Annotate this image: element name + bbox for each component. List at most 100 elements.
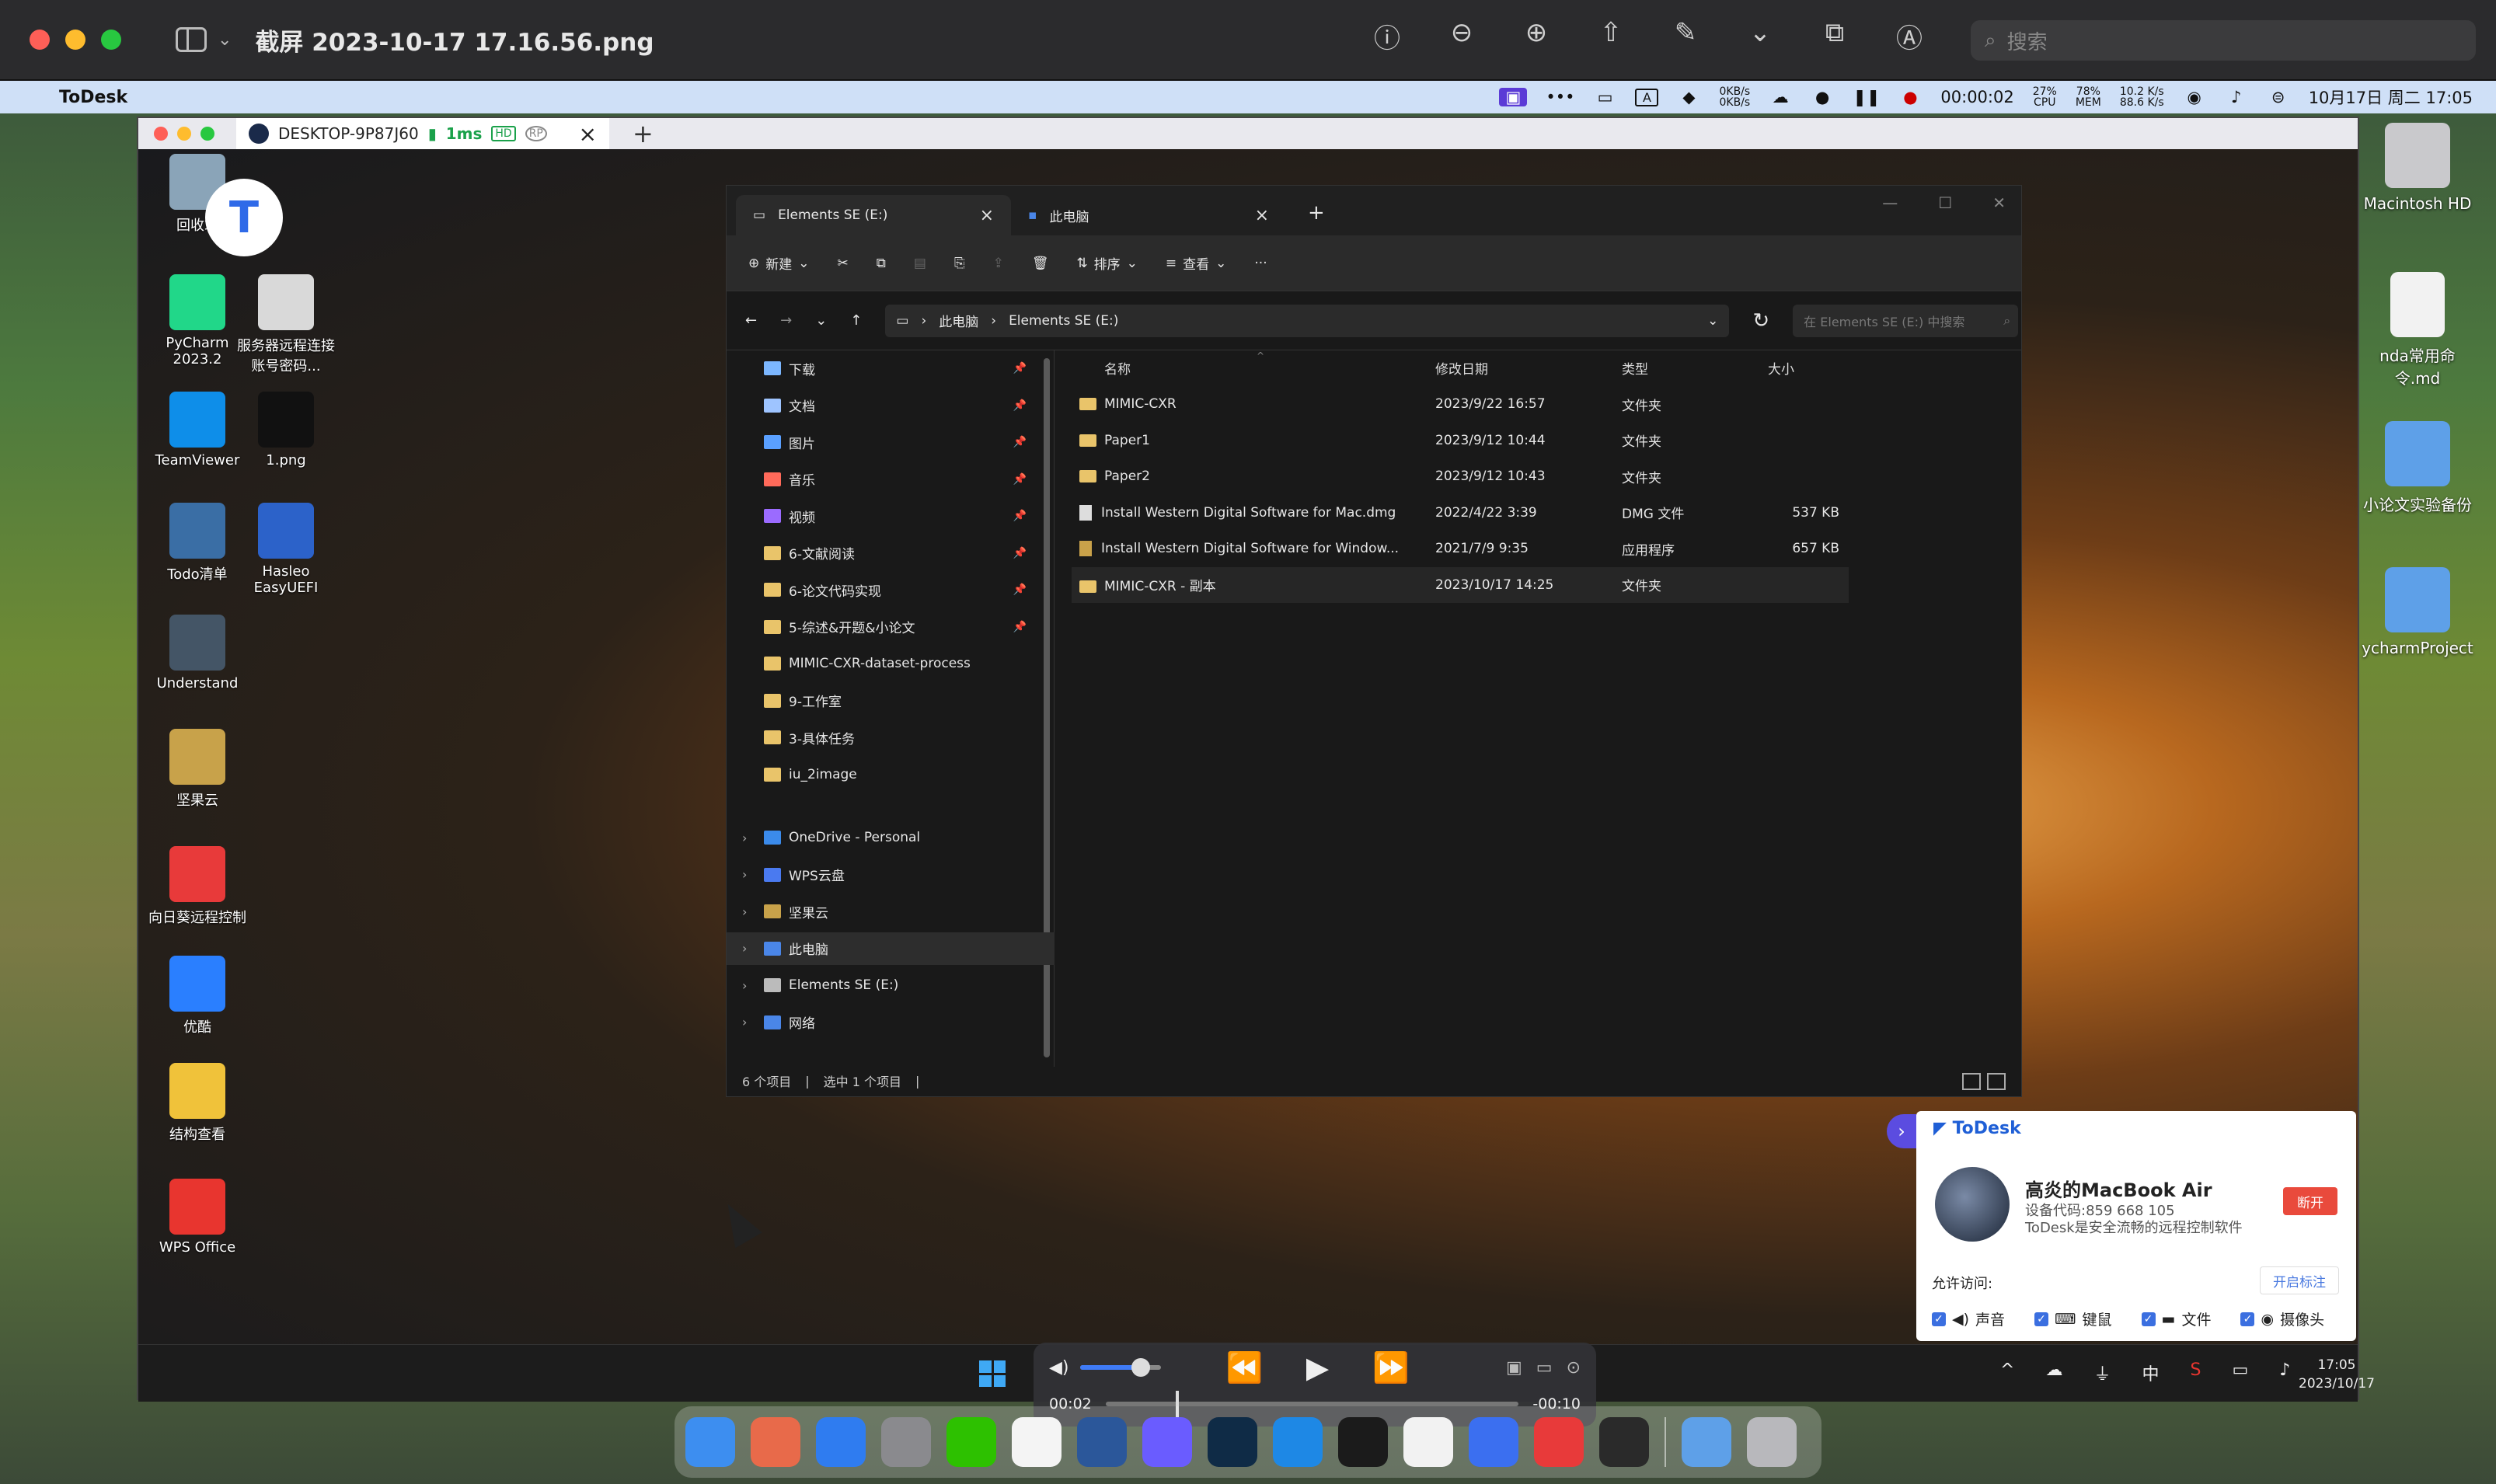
screen-share-icon[interactable]: ▣ xyxy=(1499,88,1528,106)
stop-record-icon[interactable]: ● xyxy=(1898,88,1922,106)
wps-tray-icon[interactable]: S xyxy=(2190,1360,2201,1385)
nav-tree-item[interactable]: › Elements SE (E:) xyxy=(727,969,1055,1002)
nav-quick-access-item[interactable]: 视频 📌 xyxy=(727,500,1055,532)
search-field[interactable]: ⌕ 搜索 xyxy=(1971,20,2476,61)
table-row[interactable]: MIMIC-CXR - 副本 2023/10/17 14:25 文件夹 xyxy=(1072,566,1849,603)
more-options-button[interactable]: ··· xyxy=(1254,256,1267,271)
permission-input[interactable]: ✓ ⌨ 键鼠 xyxy=(2034,1308,2112,1329)
windows-start-icon[interactable] xyxy=(979,1360,1006,1387)
launchpad-icon[interactable] xyxy=(751,1417,800,1467)
windows-desktop-icon[interactable]: 服务器远程连接账号密码... xyxy=(235,273,337,375)
minimize-remote-button[interactable] xyxy=(177,127,191,141)
annotate-icon[interactable]: Ⓐ xyxy=(1890,17,1929,55)
trash-icon[interactable] xyxy=(1747,1417,1797,1467)
mac-desktop-icon[interactable]: ycharmProject xyxy=(2359,567,2476,657)
table-row[interactable]: Paper2 2023/9/12 10:43 文件夹 xyxy=(1072,458,1849,494)
nav-quick-access-item[interactable]: 下载 📌 xyxy=(727,352,1055,385)
windows-desktop-icon[interactable]: 1.png xyxy=(235,392,337,469)
disconnect-button[interactable]: 断开 xyxy=(2283,1187,2337,1215)
collapse-panel-icon[interactable]: › xyxy=(1887,1114,1916,1148)
windows-desktop-icon[interactable]: 坚果云 xyxy=(146,728,249,810)
tiles-view-icon[interactable] xyxy=(1987,1073,2006,1090)
taskbar-clock[interactable]: 17:05 2023/10/17 xyxy=(2299,1356,2375,1393)
table-row[interactable]: Paper1 2023/9/12 10:44 文件夹 xyxy=(1072,423,1849,458)
mac-desktop-icon[interactable]: Macintosh HD xyxy=(2359,123,2476,213)
windows-desktop-icon[interactable]: Todo清单 xyxy=(146,502,249,583)
rewind-icon[interactable]: ⏪ xyxy=(1226,1350,1263,1385)
nav-quick-access-item[interactable]: iu_2image xyxy=(727,758,1055,791)
info-icon[interactable]: ⓘ xyxy=(1368,17,1407,55)
breadcrumb-item[interactable]: Elements SE (E:) xyxy=(1009,313,1118,329)
usb-icon[interactable]: ⏚ xyxy=(2093,1360,2111,1385)
nav-quick-access-item[interactable]: 6-文献阅读 📌 xyxy=(727,537,1055,570)
app-menu-name[interactable]: ToDesk xyxy=(59,88,127,107)
minimize-window-button[interactable] xyxy=(65,30,85,50)
screen-recorder-icon[interactable] xyxy=(1599,1417,1649,1467)
nav-quick-access-item[interactable]: 音乐 📌 xyxy=(727,463,1055,496)
rotate-icon[interactable]: ⧉ xyxy=(1815,17,1854,55)
expand-chevron-icon[interactable]: › xyxy=(742,904,747,919)
volume-knob[interactable] xyxy=(1131,1358,1150,1377)
fast-forward-icon[interactable]: ⏩ xyxy=(1372,1350,1409,1385)
edge-icon[interactable] xyxy=(1273,1417,1323,1467)
permission-files[interactable]: ✓ ▬ 文件 xyxy=(2141,1308,2211,1329)
windows-desktop-icon[interactable]: Understand xyxy=(146,615,249,691)
chevron-up-icon[interactable]: ^ xyxy=(2000,1360,2014,1385)
windows-desktop-icon[interactable]: 结构查看 xyxy=(146,1062,249,1144)
onedrive-icon[interactable]: ☁ xyxy=(2045,1360,2062,1385)
column-header-name[interactable]: 名称 xyxy=(1104,358,1131,378)
deepl-icon[interactable] xyxy=(1208,1417,1257,1467)
nav-quick-access-item[interactable]: 6-论文代码实现 📌 xyxy=(727,573,1055,606)
close-window-button[interactable] xyxy=(30,30,50,50)
ime-indicator[interactable]: 中 xyxy=(2142,1360,2159,1385)
volume-slider[interactable] xyxy=(1079,1358,1161,1377)
recent-icon[interactable]: ⌄ xyxy=(815,312,827,329)
pen-icon[interactable]: ● xyxy=(1811,88,1834,106)
windows-desktop-icon[interactable]: Hasleo EasyUEFI xyxy=(235,502,337,596)
column-header-type[interactable]: 类型 xyxy=(1622,358,1648,378)
mac-desktop-icon[interactable]: 小论文实验备份 xyxy=(2359,421,2476,515)
nav-quick-access-item[interactable]: 5-综述&开题&小论文 📌 xyxy=(727,611,1055,643)
volume-icon[interactable]: ◀) xyxy=(1049,1358,1069,1378)
share-icon[interactable]: ⇧ xyxy=(1591,17,1630,55)
table-row[interactable]: MIMIC-CXR 2023/9/22 16:57 文件夹 xyxy=(1072,386,1849,422)
rename-icon[interactable]: ⎘ xyxy=(954,256,965,271)
sunlogin-icon[interactable] xyxy=(1534,1417,1584,1467)
explorer-tab[interactable]: ▪ 此电脑 × xyxy=(1011,195,1286,235)
more-icon[interactable]: ••• xyxy=(1546,88,1574,106)
nav-quick-access-item[interactable]: 3-具体任务 xyxy=(727,721,1055,754)
bell-icon[interactable]: ♪ xyxy=(2225,88,2248,106)
new-tab-icon[interactable]: + xyxy=(1308,201,1325,225)
close-icon[interactable]: ✕ xyxy=(1992,193,2006,212)
qq-icon[interactable] xyxy=(1012,1417,1061,1467)
typora-icon[interactable] xyxy=(1403,1417,1453,1467)
address-dropdown-icon[interactable]: ⌄ xyxy=(1707,313,1718,329)
windows-desktop-icon[interactable]: PyCharm 2023.2 xyxy=(146,273,249,368)
safari-icon[interactable] xyxy=(816,1417,866,1467)
minimize-icon[interactable]: — xyxy=(1882,193,1898,212)
todesk-icon[interactable] xyxy=(1469,1417,1518,1467)
back-icon[interactable]: ← xyxy=(745,312,757,329)
nav-tree-item[interactable]: › 网络 xyxy=(727,1006,1055,1039)
wechat-icon[interactable] xyxy=(946,1417,996,1467)
input-method-icon[interactable]: A xyxy=(1635,88,1659,106)
chevron-down-icon[interactable]: ⌄ xyxy=(218,30,232,50)
cat-icon[interactable]: ◆ xyxy=(1677,88,1700,106)
airplay-icon[interactable]: ▭ xyxy=(1536,1358,1553,1378)
forward-icon[interactable]: → xyxy=(780,312,792,329)
settings-icon[interactable] xyxy=(881,1417,931,1467)
nav-quick-access-item[interactable]: MIMIC-CXR-dataset-process xyxy=(727,647,1055,680)
menubar-clock[interactable]: 10月17日 周二 17:05 xyxy=(2309,85,2473,109)
breadcrumb[interactable]: ▭ › 此电脑 › Elements SE (E:) ⌄ xyxy=(885,304,1730,337)
explorer-tab[interactable]: ▭ Elements SE (E:) × xyxy=(736,195,1011,235)
terminal-icon[interactable] xyxy=(1338,1417,1388,1467)
nav-quick-access-item[interactable]: 图片 📌 xyxy=(727,426,1055,458)
expand-chevron-icon[interactable]: › xyxy=(742,941,747,956)
nav-tree-item[interactable]: › 此电脑 xyxy=(727,932,1055,965)
column-header-modified[interactable]: 修改日期 xyxy=(1435,358,1488,378)
paste-icon[interactable]: ▤ xyxy=(914,256,926,271)
nav-tree-item[interactable]: › OneDrive - Personal xyxy=(727,821,1055,854)
breadcrumb-item[interactable]: 此电脑 xyxy=(939,311,978,330)
pause-record-icon[interactable]: ❚❚ xyxy=(1853,88,1880,106)
windows-desktop-icon[interactable]: 优酷 xyxy=(146,956,249,1036)
